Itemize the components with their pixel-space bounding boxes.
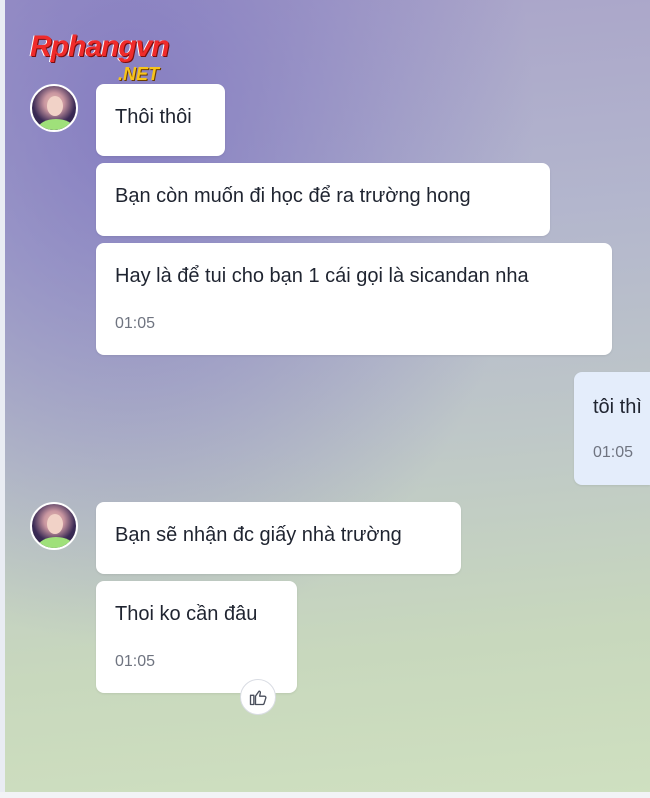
window-frame-left xyxy=(0,0,5,798)
own-message-bubble[interactable]: tôi thì 01:05 xyxy=(574,372,650,485)
message-bubble[interactable]: Thôi thôi xyxy=(96,84,225,156)
message-text: tôi thì xyxy=(593,396,642,418)
message-text: Bạn sẽ nhận đc giấy nhà trường xyxy=(115,524,402,546)
message-bubble[interactable]: Bạn sẽ nhận đc giấy nhà trường xyxy=(96,502,461,574)
react-like-button[interactable] xyxy=(240,679,276,715)
avatar-face xyxy=(47,514,63,534)
contact-avatar[interactable] xyxy=(30,502,78,550)
thumbs-up-icon xyxy=(249,690,267,706)
message-bubble[interactable]: Thoi ko cần đâu 01:05 xyxy=(96,581,297,693)
message-time: 01:05 xyxy=(115,653,156,670)
message-time: 01:05 xyxy=(115,315,156,332)
avatar-shirt xyxy=(38,119,74,130)
avatar-face xyxy=(47,96,63,116)
message-time: 01:05 xyxy=(593,444,634,461)
window-frame-bottom xyxy=(0,792,650,798)
message-text: Bạn còn muốn đi học để ra trường hong xyxy=(115,185,471,207)
contact-avatar[interactable] xyxy=(30,84,78,132)
watermark-logo: Rphangvn .NET xyxy=(30,30,230,90)
logo-sub-text: .NET xyxy=(118,64,160,84)
message-text: Thôi thôi xyxy=(115,106,192,128)
message-text: Thoi ko cần đâu xyxy=(115,603,258,625)
message-text: Hay là để tui cho bạn 1 cái gọi là sican… xyxy=(115,265,529,287)
message-bubble[interactable]: Hay là để tui cho bạn 1 cái gọi là sican… xyxy=(96,243,612,355)
message-bubble[interactable]: Bạn còn muốn đi học để ra trường hong xyxy=(96,163,550,236)
avatar-shirt xyxy=(38,537,74,548)
logo-main-text: Rphangvn xyxy=(30,30,170,63)
